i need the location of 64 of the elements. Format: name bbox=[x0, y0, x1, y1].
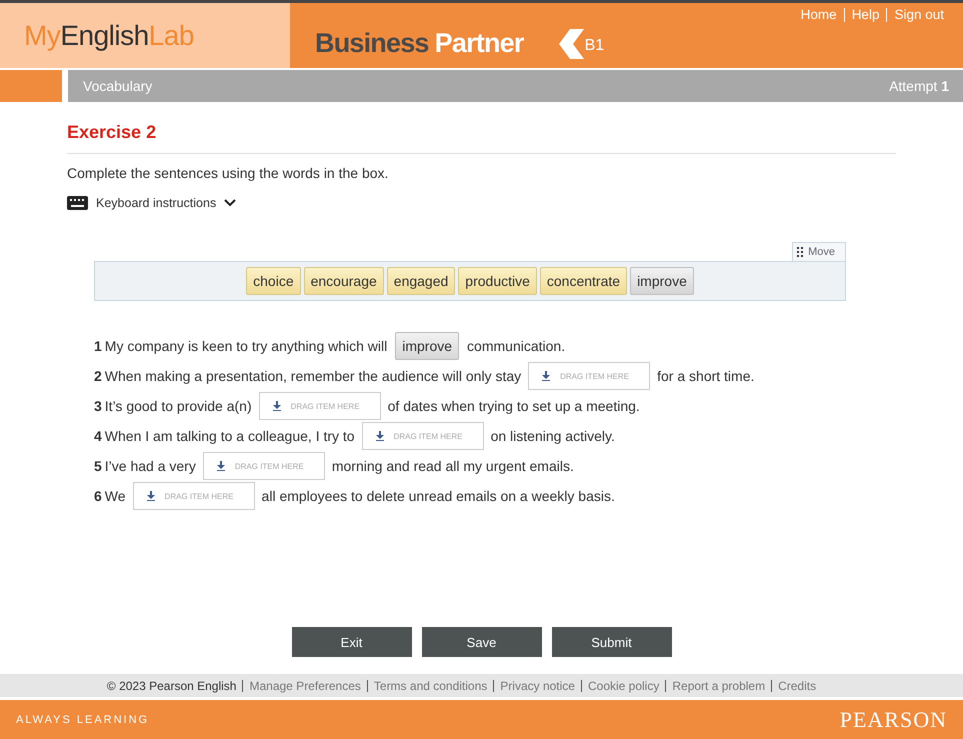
sentence-text: on listening actively. bbox=[490, 428, 615, 444]
action-button[interactable]: Exit bbox=[292, 627, 412, 657]
download-icon bbox=[272, 401, 281, 411]
sentence-number: 6 bbox=[94, 488, 102, 504]
drag-grip-icon bbox=[797, 247, 804, 257]
instruction-text: Complete the sentences using the words in the box. bbox=[67, 165, 390, 181]
footer-link[interactable]: Manage Preferences bbox=[242, 680, 367, 692]
header-link[interactable]: Help bbox=[844, 8, 886, 22]
answer-chip[interactable]: improve bbox=[395, 332, 460, 360]
download-icon bbox=[542, 371, 550, 381]
word-chip[interactable]: concentrate bbox=[540, 267, 628, 295]
sentence-text: When making a presentation, remember the audience will only stay bbox=[104, 368, 522, 384]
word-chip[interactable]: choice bbox=[246, 267, 301, 295]
sentence-text: My company is keen to try anything which will bbox=[104, 338, 388, 354]
word-chip[interactable]: productive bbox=[458, 267, 537, 295]
sentence-text: of dates when trying to set up a meeting. bbox=[388, 398, 640, 414]
chevron-icon bbox=[558, 28, 584, 58]
copyright-text: © 2023 Pearson English bbox=[106, 680, 238, 692]
header-link[interactable]: Sign out bbox=[886, 8, 951, 22]
keyboard-instructions-link[interactable]: Keyboard instructions bbox=[96, 196, 216, 210]
drop-field[interactable]: DRAG ITEM HERE bbox=[132, 482, 255, 510]
sentence-number: 3 bbox=[94, 398, 102, 414]
move-handle[interactable]: Move bbox=[792, 242, 846, 261]
drop-field[interactable]: DRAG ITEM HERE bbox=[258, 392, 381, 420]
exercise-title: Exercise 2 bbox=[67, 122, 896, 154]
word-chip[interactable]: encourage bbox=[304, 267, 384, 295]
header-link[interactable]: Home bbox=[794, 8, 844, 22]
sentence-text: for a short time. bbox=[657, 368, 754, 384]
sentence-number: 4 bbox=[94, 428, 102, 444]
sentence-text: I’ve had a very bbox=[104, 458, 196, 474]
section-title: Vocabulary bbox=[83, 78, 152, 94]
drop-field[interactable]: DRAG ITEM HERE bbox=[202, 452, 325, 480]
download-icon bbox=[146, 491, 155, 501]
attempt-label: Attempt 1 bbox=[889, 78, 949, 94]
sentence-text: When I am talking to a colleague, I try to bbox=[104, 428, 355, 444]
sentence-text: It’s good to provide a(n) bbox=[104, 398, 252, 414]
drop-field[interactable]: DRAG ITEM HERE bbox=[528, 362, 650, 390]
sentence-number: 1 bbox=[94, 338, 102, 354]
course-title: Business Partner bbox=[315, 28, 524, 59]
download-icon bbox=[216, 461, 225, 471]
accent-block bbox=[0, 70, 62, 102]
chevron-down-icon[interactable] bbox=[224, 199, 236, 207]
action-button[interactable]: Submit bbox=[552, 627, 672, 657]
sentence-text: all employees to delete unread emails on a weekly basis. bbox=[262, 488, 615, 504]
pearson-logo: PEARSON bbox=[840, 706, 947, 732]
sentence-number: 2 bbox=[94, 368, 102, 384]
footer-link[interactable]: Credits bbox=[771, 680, 822, 692]
footer-link[interactable]: Report a problem bbox=[665, 680, 772, 692]
keyboard-icon bbox=[67, 196, 88, 210]
tagline: ALWAYS LEARNING bbox=[16, 714, 150, 726]
footer-link[interactable]: Privacy notice bbox=[493, 680, 581, 692]
word-chip[interactable]: engaged bbox=[386, 267, 456, 295]
footer-link[interactable]: Cookie policy bbox=[580, 680, 666, 692]
sentence-text: morning and read all my urgent emails. bbox=[332, 458, 574, 474]
drop-field[interactable]: DRAG ITEM HERE bbox=[362, 422, 484, 450]
word-chip[interactable]: improve bbox=[630, 267, 694, 295]
download-icon bbox=[376, 431, 384, 441]
myenglishlab-logo: MyEnglishLab bbox=[24, 20, 194, 52]
sentence-text: communication. bbox=[467, 338, 566, 354]
sentence-number: 5 bbox=[94, 458, 102, 474]
action-button[interactable]: Save bbox=[422, 627, 542, 657]
sentence-text: We bbox=[104, 488, 126, 504]
level-label: B1 bbox=[584, 36, 604, 54]
footer-link[interactable]: Terms and conditions bbox=[366, 680, 494, 692]
